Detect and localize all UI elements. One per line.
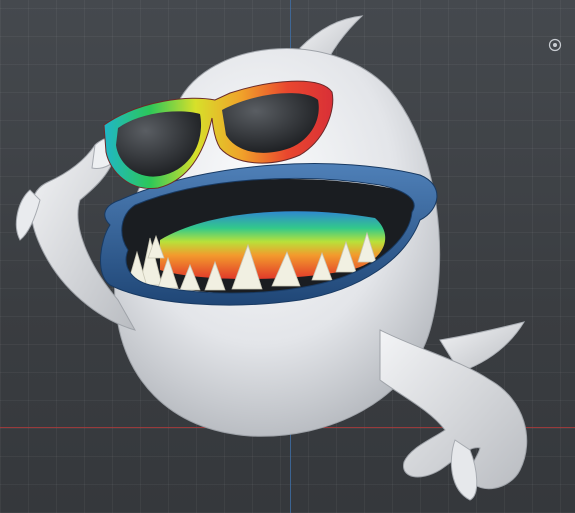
gizmo-glyph	[548, 38, 562, 52]
view-gizmo-icon[interactable]	[547, 37, 563, 53]
right-hand-finger	[450, 439, 478, 501]
3d-viewport[interactable]	[0, 0, 575, 513]
monster-model[interactable]	[0, 0, 575, 513]
